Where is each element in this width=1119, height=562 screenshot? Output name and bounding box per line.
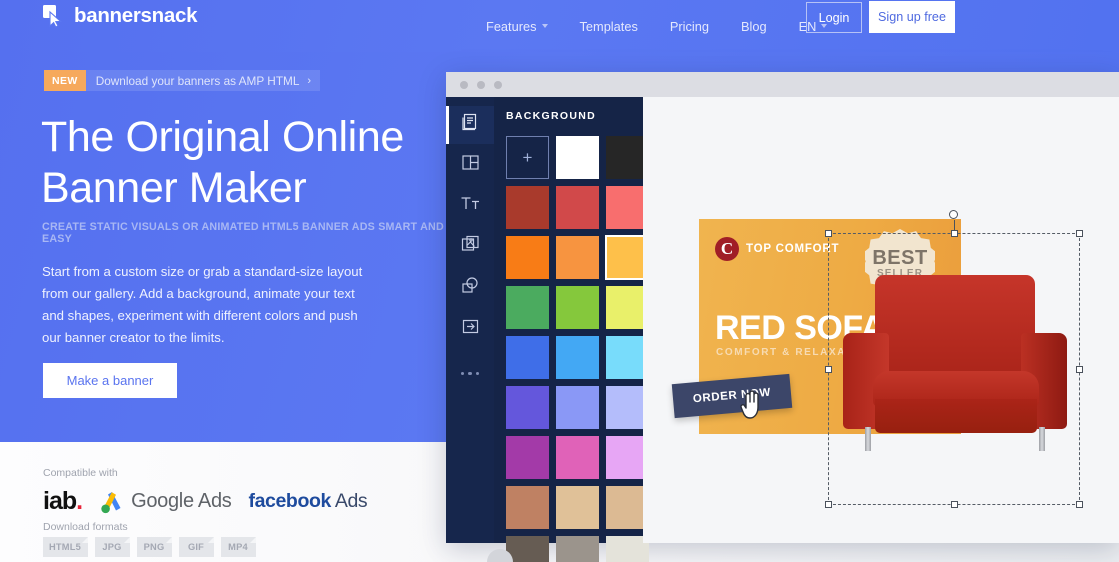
color-swatch[interactable] [506, 186, 549, 229]
format-badge-html5: HTML5 [43, 537, 88, 557]
nav-item-templates[interactable]: Templates [564, 0, 654, 52]
rail-item-more[interactable] [446, 349, 494, 390]
editor-canvas[interactable]: C TOP COMFORT RED SOFA COMFORT & RELAXAT… [643, 97, 1119, 543]
selection-bounding-box[interactable] [825, 210, 1083, 508]
page-subtitle: CREATE STATIC VISUALS OR ANIMATED HTML5 … [42, 221, 444, 245]
google-ads-logo: Google Ads [99, 490, 232, 514]
nav-item-label: Templates [579, 18, 638, 34]
rail-item-transition[interactable] [446, 308, 494, 349]
chevron-right-icon: › [307, 74, 312, 87]
resize-handle-middle-right[interactable] [1076, 365, 1083, 373]
rail-item-shapes[interactable] [446, 267, 494, 308]
color-swatch[interactable] [506, 486, 549, 529]
hero-description: Start from a custom size or grab a stand… [42, 264, 363, 345]
color-swatch[interactable] [556, 536, 599, 562]
page-root: bannersnack Features Templates Pricing B… [0, 0, 1119, 562]
brand-name: bannersnack [74, 4, 198, 27]
announcement-banner[interactable]: NEW Download your banners as AMP HTML › [44, 70, 321, 91]
layout-icon [461, 153, 480, 177]
color-swatch[interactable] [556, 286, 599, 329]
add-color-button[interactable]: + [506, 136, 549, 179]
color-swatch[interactable] [556, 486, 599, 529]
editor-body: BACKGROUND + C TOP COMFORT RED SOFA COMF… [446, 97, 1119, 562]
iab-logo: iab. [43, 487, 83, 515]
announcement-text: Download your banners as AMP HTML [95, 73, 300, 88]
format-badge-jpg: JPG [95, 537, 130, 557]
chevron-down-icon [541, 24, 548, 28]
make-a-banner-button[interactable]: Make a banner [43, 363, 177, 398]
editor-toolbar-rail [446, 97, 494, 543]
nav-item-pricing[interactable]: Pricing [654, 0, 725, 52]
color-swatch[interactable] [556, 386, 599, 429]
rail-item-images[interactable] [446, 226, 494, 267]
color-swatch-grid: + [494, 122, 650, 562]
brand-circle-icon: C [715, 237, 739, 261]
brand-logo[interactable]: bannersnack [42, 4, 197, 28]
nav-item-features[interactable]: Features [470, 0, 564, 52]
hand-cursor-icon [740, 389, 762, 419]
resize-handle-bottom-center[interactable] [950, 501, 958, 508]
facebook-word: facebook [248, 490, 332, 512]
partner-logos: iab. Google Ads facebook Ads [43, 487, 368, 516]
pages-icon [461, 113, 480, 137]
window-close-dot-icon[interactable] [460, 80, 468, 89]
color-swatch[interactable] [506, 386, 549, 429]
format-badge-gif: GIF [179, 537, 214, 557]
nav-item-label: Blog [740, 18, 767, 34]
resize-handle-top-right[interactable] [1076, 230, 1083, 237]
color-swatch[interactable] [556, 336, 599, 379]
signup-button[interactable]: Sign up free [869, 1, 955, 33]
text-icon [460, 194, 481, 218]
rotate-handle[interactable] [949, 210, 958, 234]
google-ads-icon [99, 490, 125, 514]
download-formats-label: Download formats [43, 521, 128, 533]
color-swatch[interactable] [506, 286, 549, 329]
more-options-icon [460, 371, 480, 376]
color-swatch[interactable] [556, 436, 599, 479]
facebook-ads-logo: facebook Ads [249, 490, 368, 513]
new-badge: NEW [44, 70, 86, 91]
color-swatch[interactable] [506, 336, 549, 379]
facebook-ads-word: Ads [330, 490, 368, 512]
image-stack-icon [461, 235, 480, 259]
compatible-label: Compatible with [43, 467, 118, 479]
rail-item-pages[interactable] [446, 106, 494, 144]
resize-handle-bottom-left[interactable] [825, 501, 832, 508]
resize-handle-bottom-right[interactable] [1076, 501, 1083, 508]
nav-item-label: Features [486, 18, 537, 34]
nav-links: Features Templates Pricing Blog EN [470, 0, 843, 52]
window-titlebar [446, 72, 1119, 97]
download-formats-list: HTML5 JPG PNG GIF MP4 [43, 537, 256, 557]
background-panel: BACKGROUND + [494, 97, 650, 562]
resize-handle-top-center[interactable] [950, 230, 958, 237]
transition-icon [461, 317, 480, 341]
color-swatch[interactable] [506, 436, 549, 479]
rail-item-text[interactable] [446, 185, 494, 226]
resize-handle-middle-left[interactable] [825, 365, 832, 373]
nav-item-blog[interactable]: Blog [725, 0, 783, 52]
color-swatch[interactable] [556, 136, 599, 179]
color-swatch[interactable] [506, 236, 549, 279]
cursor-banner-icon [42, 4, 65, 28]
banner-brand: C TOP COMFORT [715, 237, 839, 261]
login-button[interactable]: Login [806, 2, 862, 33]
panel-title: BACKGROUND [506, 110, 596, 122]
format-badge-png: PNG [137, 537, 172, 557]
format-badge-mp4: MP4 [221, 537, 256, 557]
shapes-icon [461, 276, 480, 300]
banner-brand-name: TOP COMFORT [746, 243, 840, 255]
window-maximize-dot-icon[interactable] [494, 80, 502, 89]
google-ads-label: Google Ads [131, 490, 232, 512]
top-navigation: bannersnack Features Templates Pricing B… [0, 0, 1119, 52]
rail-item-layout[interactable] [446, 144, 494, 185]
page-title: The Original Online Banner Maker [41, 113, 404, 212]
window-minimize-dot-icon[interactable] [477, 80, 485, 89]
resize-handle-top-left[interactable] [825, 230, 832, 237]
color-swatch[interactable] [556, 186, 599, 229]
app-mockup-window: BACKGROUND + C TOP COMFORT RED SOFA COMF… [446, 72, 1119, 562]
nav-item-label: Pricing [669, 18, 709, 34]
color-swatch[interactable] [556, 236, 599, 279]
